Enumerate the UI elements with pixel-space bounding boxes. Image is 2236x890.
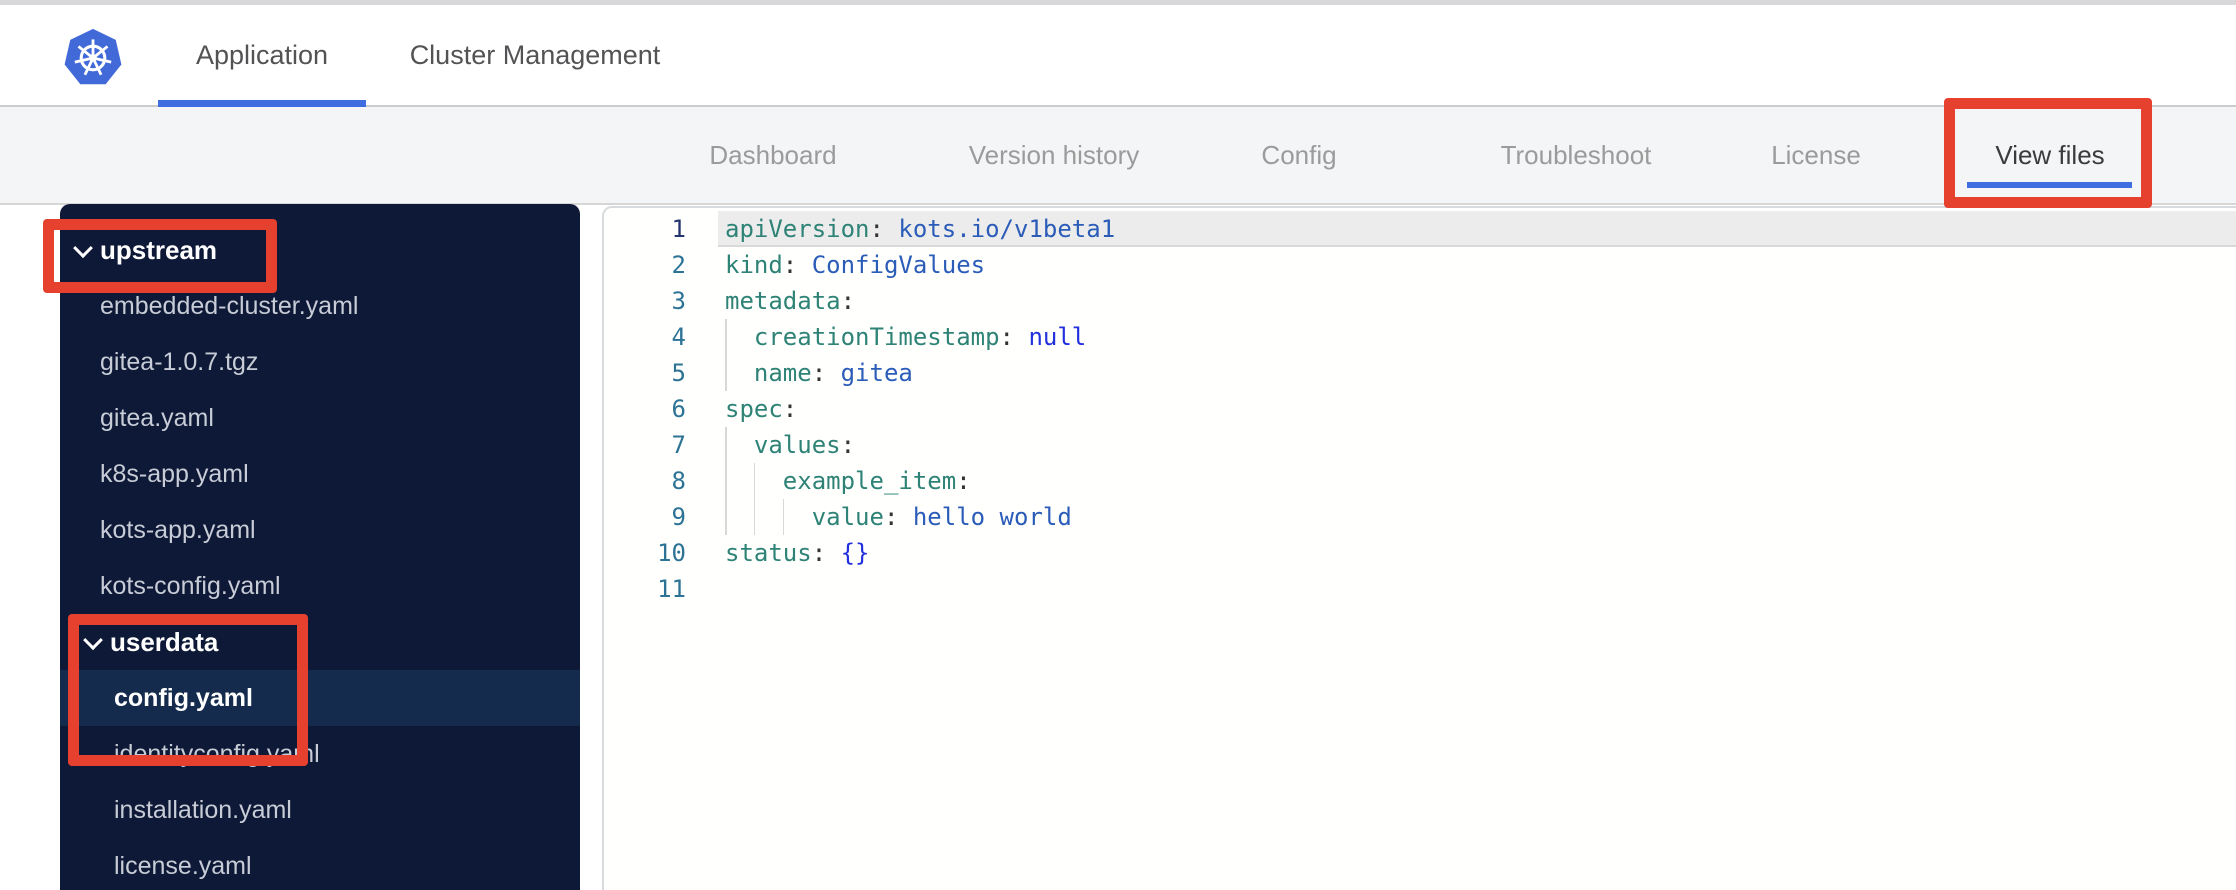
- nav-tab-view-files[interactable]: View files: [1995, 107, 2104, 203]
- code-text: apiVersion: kots.io/v1beta1: [725, 215, 1116, 243]
- chevron-down-icon[interactable]: [83, 630, 103, 655]
- tree-folder-userdata[interactable]: userdata: [60, 614, 580, 670]
- code-text: status: {}: [725, 539, 870, 567]
- line-number: 9: [671, 503, 686, 531]
- tree-item-label: gitea-1.0.7.tgz: [100, 347, 259, 376]
- nav-tab-dashboard-label: Dashboard: [709, 139, 837, 170]
- tree-file-config.yaml[interactable]: config.yaml: [60, 670, 580, 726]
- code-text: value: hello world: [811, 503, 1072, 531]
- tree-item-label: upstream: [100, 234, 218, 265]
- tree-file-kots-config.yaml[interactable]: kots-config.yaml: [60, 558, 580, 614]
- code-line-11[interactable]: 11: [604, 571, 2236, 607]
- code-line-8[interactable]: 8 example_item:: [604, 463, 2236, 499]
- code-text: example_item:: [782, 467, 971, 495]
- code-line-7[interactable]: 7 values:: [604, 427, 2236, 463]
- line-number: 10: [657, 539, 686, 567]
- nav-tab-view-files-label: View files: [1995, 139, 2105, 170]
- line-number: 6: [671, 395, 686, 423]
- tree-item-label: identityconfig.yaml: [114, 739, 320, 768]
- tree-item-label: config.yaml: [114, 683, 253, 712]
- code-text: name: gitea: [753, 359, 913, 387]
- line-number: 4: [671, 323, 686, 351]
- code-text: spec:: [725, 395, 798, 423]
- tree-file-k8s-app.yaml[interactable]: k8s-app.yaml: [60, 446, 580, 502]
- code-line-1[interactable]: 1 apiVersion: kots.io/v1beta1: [604, 211, 2236, 247]
- code-text: metadata:: [725, 287, 856, 315]
- code-line-5[interactable]: 5 name: gitea: [604, 355, 2236, 391]
- code-text: values:: [753, 431, 856, 459]
- nav-tab-config-label: Config: [1261, 139, 1337, 170]
- code-line-3[interactable]: 3 metadata:: [604, 283, 2236, 319]
- tree-file-kots-app.yaml[interactable]: kots-app.yaml: [60, 502, 580, 558]
- nav-tab-version-history-label: Version history: [968, 139, 1140, 170]
- yaml-editor[interactable]: 1 apiVersion: kots.io/v1beta1 2 kind: Confi…: [602, 206, 2236, 890]
- tree-file-installation.yaml[interactable]: installation.yaml: [60, 782, 580, 838]
- nav-tab-license[interactable]: License: [1771, 107, 1861, 203]
- tree-item-label: k8s-app.yaml: [100, 459, 249, 488]
- tree-folder-upstream[interactable]: upstream: [60, 222, 580, 278]
- line-number: 1: [671, 215, 686, 243]
- tab-cluster-management-label: Cluster Management: [409, 39, 661, 70]
- line-number: 7: [671, 431, 686, 459]
- line-number: 11: [657, 575, 686, 603]
- tab-cluster-management[interactable]: Cluster Management: [395, 5, 675, 105]
- tree-item-label: kots-config.yaml: [100, 571, 281, 600]
- tree-item-label: kots-app.yaml: [100, 515, 256, 544]
- tree-file-gitea-1.0.7.tgz[interactable]: gitea-1.0.7.tgz: [60, 334, 580, 390]
- app-navbar: Dashboard Version history Config Trouble…: [0, 107, 2236, 205]
- tree-item-label: gitea.yaml: [100, 403, 214, 432]
- line-number: 2: [671, 251, 686, 279]
- line-number: 3: [671, 287, 686, 315]
- code-line-9[interactable]: 9 value: hello world: [604, 499, 2236, 535]
- app-header: Application Cluster Management: [0, 5, 2236, 107]
- code-text: creationTimestamp: null: [753, 323, 1087, 351]
- nav-tab-version-history[interactable]: Version history: [969, 107, 1140, 203]
- code-line-6[interactable]: 6 spec:: [604, 391, 2236, 427]
- tree-file-embedded-cluster.yaml[interactable]: embedded-cluster.yaml: [60, 278, 580, 334]
- code-line-2[interactable]: 2 kind: ConfigValues: [604, 247, 2236, 283]
- code-text: kind: ConfigValues: [725, 251, 986, 279]
- tree-item-label: installation.yaml: [114, 795, 292, 824]
- tree-item-label: userdata: [110, 626, 219, 657]
- kots-admin-console: Application Cluster Management Dashboard…: [0, 0, 2236, 890]
- line-number: 8: [671, 467, 686, 495]
- tree-item-label: embedded-cluster.yaml: [100, 291, 359, 320]
- code-line-10[interactable]: 10 status: {}: [604, 535, 2236, 571]
- nav-tab-troubleshoot-label: Troubleshoot: [1500, 139, 1652, 170]
- tree-item-label: license.yaml: [114, 851, 252, 880]
- kubernetes-logo-icon: [64, 28, 122, 85]
- nav-tab-config[interactable]: Config: [1261, 107, 1336, 203]
- tree-file-license.yaml[interactable]: license.yaml: [60, 838, 580, 890]
- active-tab-underline: [158, 100, 366, 107]
- nav-tab-dashboard[interactable]: Dashboard: [709, 107, 836, 203]
- nav-tab-license-label: License: [1771, 139, 1861, 170]
- file-tree-sidebar: upstream embedded-cluster.yaml gitea-1.0.7…: [60, 204, 580, 890]
- line-number: 5: [671, 359, 686, 387]
- tab-application-label: Application: [195, 39, 329, 70]
- chevron-down-icon[interactable]: [73, 238, 93, 263]
- code-line-4[interactable]: 4 creationTimestamp: null: [604, 319, 2236, 355]
- nav-tab-troubleshoot[interactable]: Troubleshoot: [1501, 107, 1652, 203]
- tree-file-identityconfig.yaml[interactable]: identityconfig.yaml: [60, 726, 580, 782]
- tree-file-gitea.yaml[interactable]: gitea.yaml: [60, 390, 580, 446]
- tab-application[interactable]: Application: [158, 5, 366, 105]
- view-files-active-underline: [1967, 182, 2132, 188]
